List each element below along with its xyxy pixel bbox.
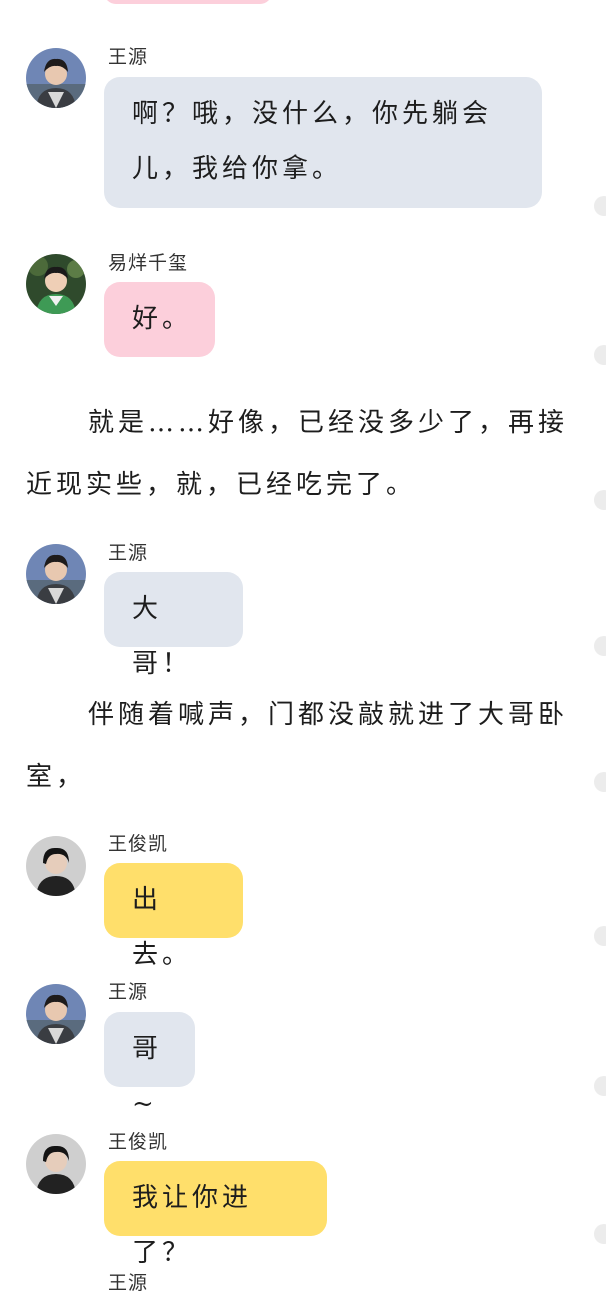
- narration-paragraph: 伴随着喊声，门都没敲就进了大哥卧室，: [26, 700, 569, 792]
- avatar[interactable]: [26, 544, 86, 604]
- message-bubble[interactable]: 大哥！: [104, 572, 243, 679]
- scroll-indicator-dot: [594, 1076, 606, 1096]
- scroll-indicator-dot: [594, 926, 606, 946]
- narration-paragraph: 就是……好像，已经没多少了，再接近现实些，就，已经吃完了。: [26, 408, 569, 500]
- message-bubble[interactable]: 好。: [104, 282, 215, 357]
- scroll-indicator-dot: [594, 196, 606, 216]
- sender-name-partial: 王源: [108, 1272, 149, 1294]
- sender-name: 王俊凯: [108, 1131, 169, 1153]
- sender-name: 王源: [108, 46, 149, 68]
- message-bubble[interactable]: 啊？哦，没什么，你先躺会儿，我给你拿。: [104, 77, 542, 208]
- previous-bubble-fragment: [104, 0, 272, 4]
- avatar[interactable]: [26, 1134, 86, 1194]
- sender-name: 易烊千玺: [108, 252, 189, 274]
- scroll-indicator-dot: [594, 772, 606, 792]
- scroll-indicator-dot: [594, 1224, 606, 1244]
- sender-name: 王源: [108, 981, 149, 1003]
- avatar[interactable]: [26, 254, 86, 314]
- message-bubble[interactable]: 哥~: [104, 1012, 195, 1119]
- avatar[interactable]: [26, 48, 86, 108]
- sender-name: 王源: [108, 542, 149, 564]
- scroll-indicator-dot: [594, 345, 606, 365]
- sender-name: 王俊凯: [108, 833, 169, 855]
- avatar[interactable]: [26, 836, 86, 896]
- message-bubble[interactable]: 出去。: [104, 863, 243, 970]
- scroll-indicator-dot: [594, 490, 606, 510]
- scroll-indicator-dot: [594, 636, 606, 656]
- message-bubble[interactable]: 我让你进了？: [104, 1161, 327, 1268]
- avatar[interactable]: [26, 984, 86, 1044]
